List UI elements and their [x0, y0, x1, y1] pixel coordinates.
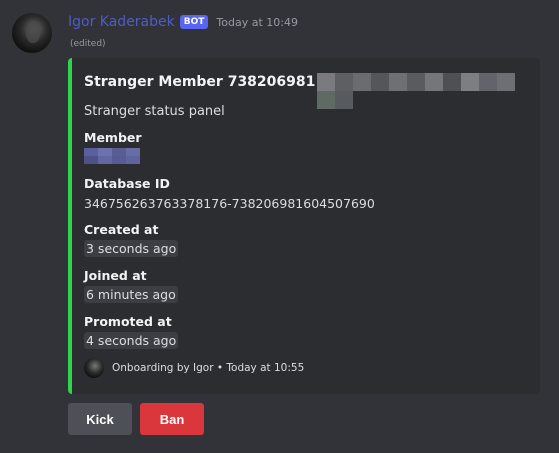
- field-promoted-at-name: Promoted at: [84, 314, 172, 329]
- edited-label: (edited): [70, 39, 106, 49]
- field-joined-at-value: 6 minutes ago: [84, 286, 178, 303]
- kick-button[interactable]: Kick: [68, 403, 132, 435]
- field-created-at-value: 3 seconds ago: [84, 240, 179, 257]
- action-row: Kick Ban: [68, 403, 204, 435]
- ban-button[interactable]: Ban: [140, 403, 204, 435]
- redacted-id-block: [317, 73, 528, 109]
- footer-text: Onboarding by Igor • Today at 10:55: [112, 362, 305, 374]
- field-database-id-value: 346756263763378176-738206981604507690: [84, 196, 375, 211]
- field-created-at-name: Created at: [84, 222, 159, 237]
- field-joined-at-name: Joined at: [84, 268, 147, 283]
- embed-title: Stranger Member 738206981: [84, 73, 528, 109]
- message-timestamp[interactable]: Today at 10:49: [216, 16, 298, 29]
- promoted-at-timestamp: 4 seconds ago: [84, 332, 179, 349]
- status-embed: Stranger Member 738206981 Stranger statu…: [68, 58, 540, 394]
- joined-at-timestamp: 6 minutes ago: [84, 286, 178, 303]
- field-member-name: Member: [84, 130, 142, 145]
- created-at-timestamp: 3 seconds ago: [84, 240, 179, 257]
- field-database-id-name: Database ID: [84, 176, 170, 191]
- author-name[interactable]: Igor Kaderabek: [68, 14, 175, 30]
- redacted-member-mention[interactable]: [84, 148, 140, 164]
- field-promoted-at-value: 4 seconds ago: [84, 332, 179, 349]
- message-header: Igor Kaderabek BOT Today at 10:49: [68, 12, 298, 32]
- embed-title-text: Stranger Member 738206981: [84, 74, 316, 90]
- footer-avatar-icon: [84, 358, 104, 378]
- author-avatar[interactable]: [12, 13, 52, 53]
- embed-footer: Onboarding by Igor • Today at 10:55: [84, 358, 304, 378]
- bot-badge: BOT: [179, 15, 209, 29]
- bot-message: Igor Kaderabek BOT Today at 10:49 (edite…: [0, 0, 559, 453]
- embed-description: Stranger status panel: [84, 104, 225, 119]
